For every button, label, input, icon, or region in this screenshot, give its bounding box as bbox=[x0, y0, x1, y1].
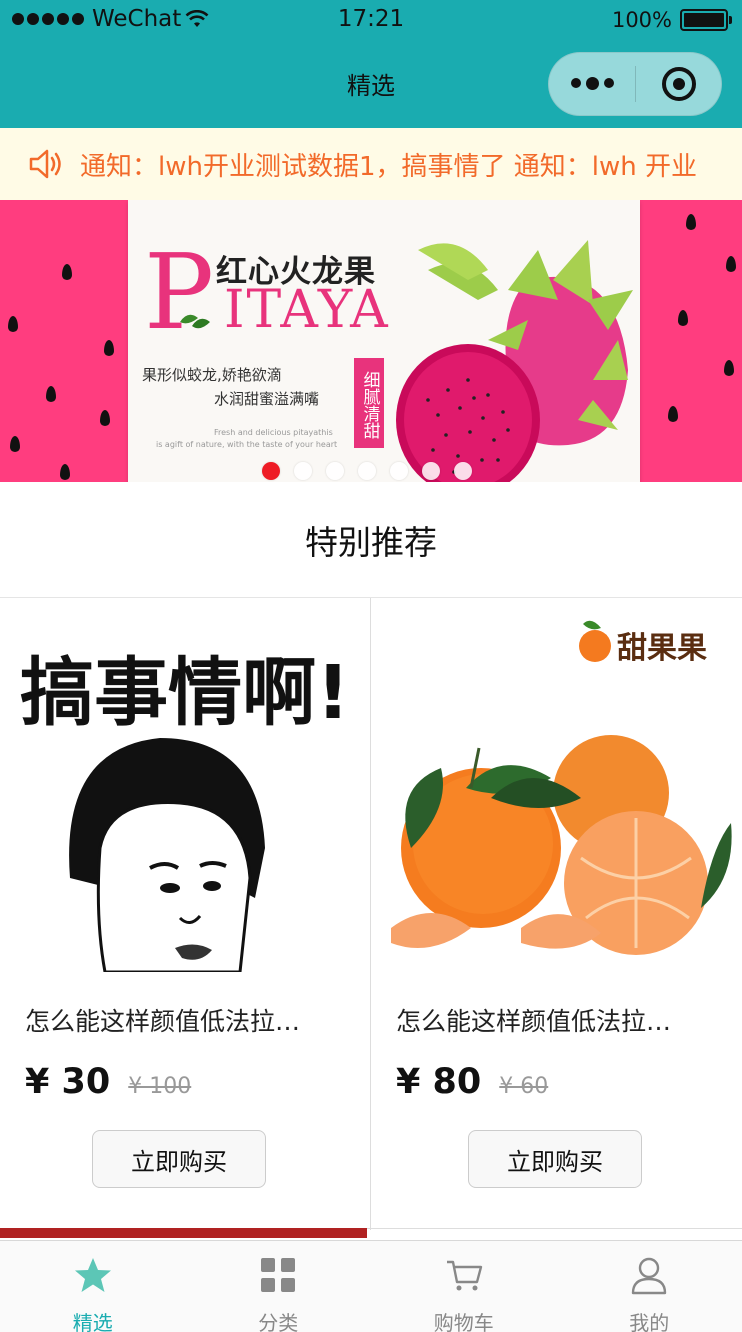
dragon-fruit-image bbox=[396, 240, 633, 482]
notice-text: 通知：lwh开业测试数据1，搞事情了 通知：lwh 开业 bbox=[80, 152, 698, 182]
product-grid: 搞事情啊! 怎么能这样颜值低法拉… ¥ 30 ¥ 100 立即购买 甜果果 怎么… bbox=[0, 598, 742, 1238]
carousel-dots bbox=[262, 462, 472, 480]
product-name[interactable]: 怎么能这样颜值低法拉… bbox=[25, 1002, 345, 1038]
status-bar: WeChat 17:21 100% bbox=[0, 0, 742, 40]
row-divider bbox=[367, 1228, 742, 1229]
tangerine-image: 甜果果 bbox=[371, 598, 741, 972]
battery-percent: 100% bbox=[611, 8, 672, 32]
banner-small1: Fresh and delicious pitayathis bbox=[214, 428, 333, 437]
product-image[interactable]: 搞事情啊! bbox=[0, 598, 370, 972]
product-price: ¥ 80 ¥ 60 bbox=[396, 1062, 548, 1102]
banner-small2: is agift of nature, with the taste of yo… bbox=[156, 440, 338, 449]
buy-now-button[interactable]: 立即购买 bbox=[92, 1130, 266, 1188]
tab-label: 精选 bbox=[72, 1311, 113, 1332]
banner-carousel[interactable]: P 红心火龙果 ITAYA 果形似蛟龙,娇艳欲滴 水润甜蜜溢满嘴 Fresh a… bbox=[0, 200, 742, 482]
product-card[interactable]: 搞事情啊! 怎么能这样颜值低法拉… ¥ 30 ¥ 100 立即购买 bbox=[0, 598, 371, 1230]
banner-slide[interactable]: P 红心火龙果 ITAYA 果形似蛟龙,娇艳欲滴 水润甜蜜溢满嘴 Fresh a… bbox=[128, 200, 640, 482]
leaf-icon bbox=[180, 314, 210, 329]
price-current: ¥ 80 bbox=[396, 1062, 482, 1102]
grid-icon bbox=[261, 1258, 296, 1292]
carousel-dot[interactable] bbox=[262, 462, 280, 480]
next-product-image-edge bbox=[0, 1228, 367, 1238]
product-name[interactable]: 怎么能这样颜值低法拉… bbox=[396, 1002, 716, 1038]
product-image[interactable]: 甜果果 bbox=[371, 598, 741, 972]
carousel-dot[interactable] bbox=[454, 462, 472, 480]
more-icon[interactable] bbox=[549, 77, 635, 90]
watermelon-left bbox=[0, 200, 130, 482]
carousel-dot[interactable] bbox=[294, 462, 312, 480]
star-icon bbox=[74, 1258, 111, 1292]
close-miniprogram-button[interactable] bbox=[636, 67, 721, 101]
header: WeChat 17:21 100% 精选 bbox=[0, 0, 742, 128]
banner-tag: 细腻清甜 bbox=[354, 358, 384, 448]
tab-label: 分类 bbox=[258, 1311, 299, 1332]
speaker-icon bbox=[29, 149, 61, 179]
banner-title-en: ITAYA bbox=[224, 280, 390, 340]
miniprogram-capsule bbox=[548, 52, 722, 116]
carousel-dot[interactable] bbox=[358, 462, 376, 480]
product-card[interactable]: 甜果果 怎么能这样颜值低法拉… ¥ 80 ¥ 60 立即购买 bbox=[371, 598, 742, 1230]
section-title: 特别推荐 bbox=[0, 482, 742, 598]
tab-profile[interactable]: 我的 bbox=[557, 1241, 742, 1332]
tab-category[interactable]: 分类 bbox=[186, 1241, 372, 1332]
price-original: ¥ 60 bbox=[499, 1074, 549, 1099]
cart-icon bbox=[446, 1260, 482, 1291]
meme-image: 搞事情啊! bbox=[0, 598, 370, 972]
carousel-dot[interactable] bbox=[390, 462, 408, 480]
tab-featured[interactable]: 精选 bbox=[0, 1241, 186, 1332]
user-icon bbox=[632, 1257, 667, 1295]
price-current: ¥ 30 bbox=[25, 1062, 111, 1102]
buy-now-button[interactable]: 立即购买 bbox=[468, 1130, 642, 1188]
status-right: 100% bbox=[611, 8, 732, 32]
target-icon bbox=[661, 67, 696, 101]
price-original: ¥ 100 bbox=[128, 1074, 192, 1099]
notice-bar[interactable]: 通知：lwh开业测试数据1，搞事情了 通知：lwh 开业 bbox=[0, 128, 742, 200]
battery-icon bbox=[680, 9, 732, 31]
carousel-dot[interactable] bbox=[326, 462, 344, 480]
brand-text: 甜果果 bbox=[617, 631, 707, 666]
watermelon-right bbox=[638, 200, 742, 482]
meme-text: 搞事情啊! bbox=[20, 650, 350, 736]
product-price: ¥ 30 ¥ 100 bbox=[25, 1062, 191, 1102]
tab-label: 我的 bbox=[629, 1311, 670, 1332]
tab-cart[interactable]: 购物车 bbox=[371, 1241, 557, 1332]
tab-bar: 精选 分类 购物车 我的 bbox=[0, 1240, 742, 1332]
banner-line1: 果形似蛟龙,娇艳欲滴 bbox=[142, 366, 282, 384]
tab-label: 购物车 bbox=[433, 1311, 494, 1332]
banner-line2: 水润甜蜜溢满嘴 bbox=[214, 390, 320, 408]
carousel-dot[interactable] bbox=[422, 462, 440, 480]
